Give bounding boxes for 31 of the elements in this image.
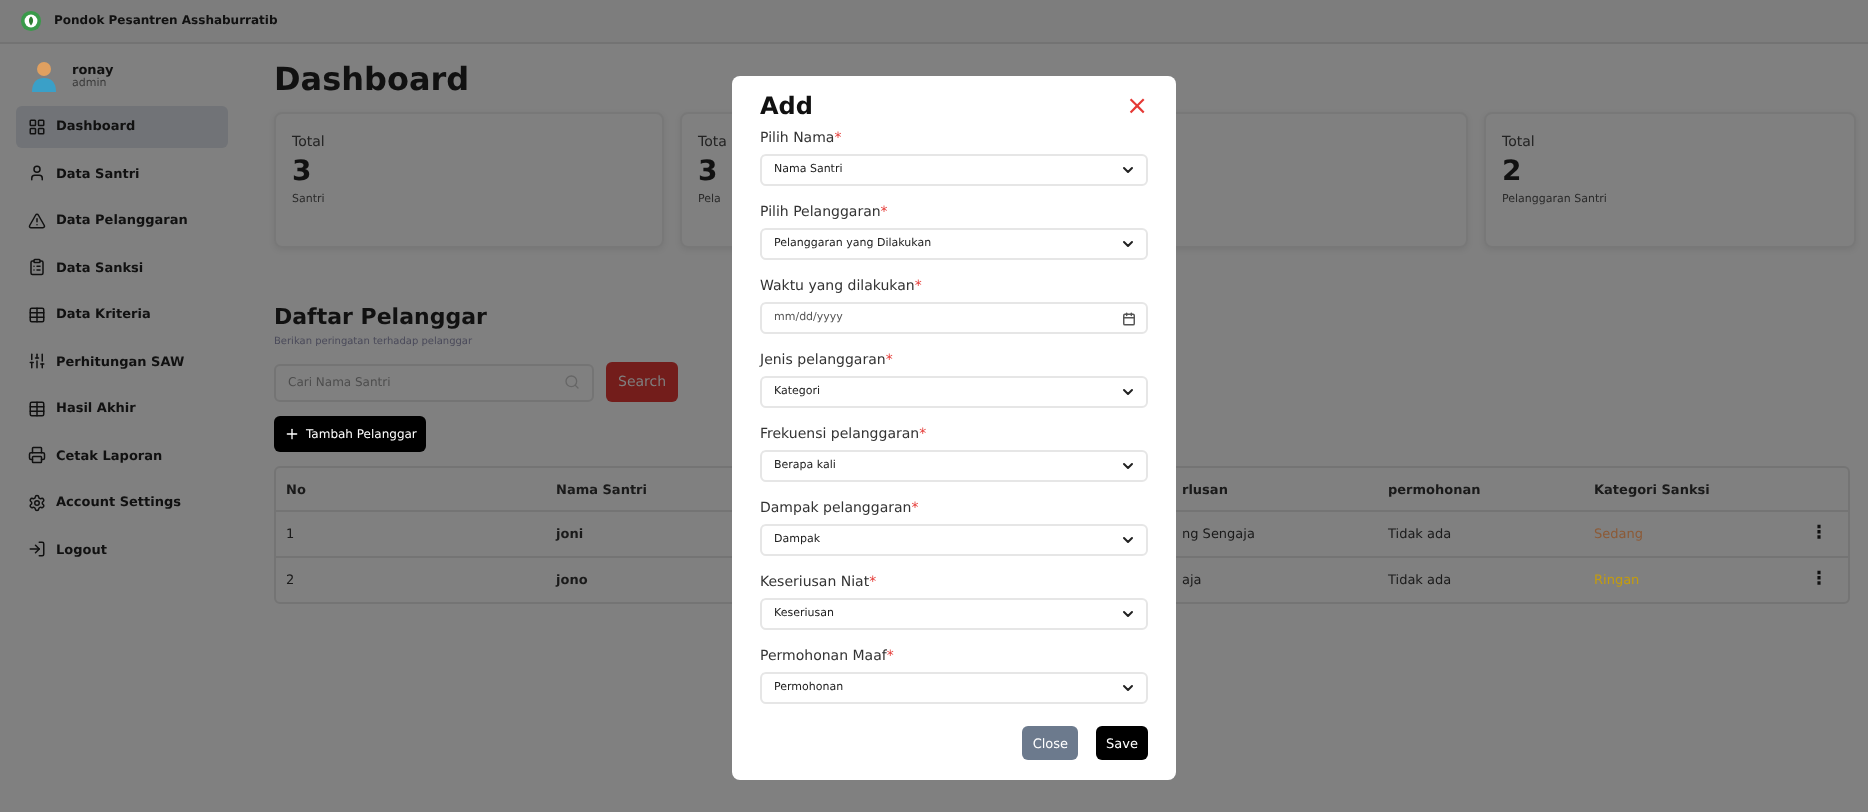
stat-value: 3 (292, 158, 312, 186)
chevron-down-icon (1120, 384, 1136, 400)
chevron-down-icon (1120, 532, 1136, 548)
modal-title: Add (760, 92, 813, 120)
search-icon (564, 374, 580, 390)
chevron-down-icon (1120, 162, 1136, 178)
stat-value: 3 (698, 158, 718, 186)
logo-icon (20, 10, 42, 32)
chevron-down-icon (1120, 236, 1136, 252)
grid-icon (28, 117, 46, 136)
chevron-down-icon (1120, 680, 1136, 696)
section-title: Daftar Pelanggar (274, 304, 487, 330)
calendar-icon (1122, 311, 1136, 325)
plus-icon (284, 426, 300, 442)
row-menu[interactable]: ⋮ (1810, 570, 1848, 590)
settings-icon (28, 493, 46, 512)
sliders-icon (28, 352, 46, 371)
table-icon (28, 305, 46, 324)
login-arrow-icon (28, 540, 46, 559)
page-title: Dashboard (274, 60, 470, 102)
chevron-down-icon (1120, 458, 1136, 474)
table-icon (28, 399, 46, 418)
user-icon (28, 164, 46, 183)
clipboard-icon (28, 258, 46, 277)
stat-value: 2 (1502, 158, 1522, 186)
avatar-icon (32, 60, 56, 92)
chevron-down-icon (1120, 606, 1136, 622)
printer-icon (28, 446, 46, 465)
row-menu[interactable]: ⋮ (1810, 524, 1848, 544)
close-button[interactable]: × (1126, 93, 1148, 119)
warning-icon (28, 211, 46, 230)
